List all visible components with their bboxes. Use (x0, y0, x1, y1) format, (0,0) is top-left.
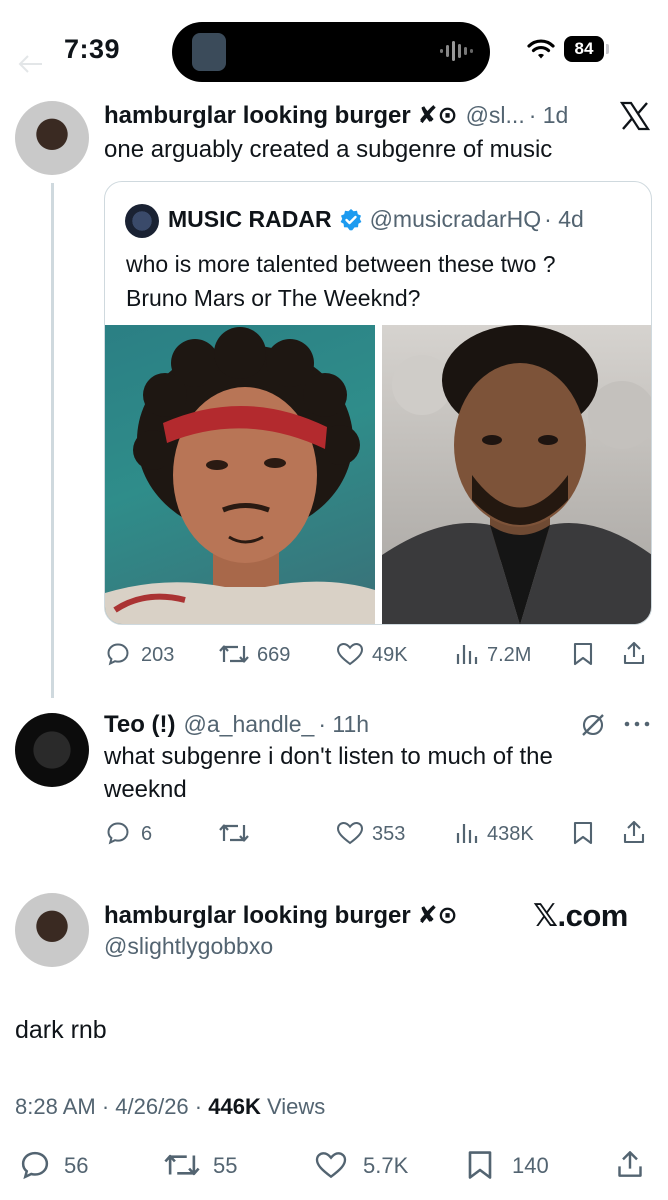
quote-time[interactable]: · 4d (544, 206, 584, 233)
retweet-count: 55 (213, 1153, 238, 1178)
views-label: Views (260, 1094, 326, 1119)
photo-left[interactable] (105, 325, 375, 624)
reply-icon[interactable] (106, 642, 130, 666)
display-name[interactable]: Teo (!) (104, 711, 176, 739)
user-handle[interactable]: @a_handle_ (184, 711, 315, 738)
like-icon[interactable] (314, 1151, 348, 1179)
bookmark-icon[interactable] (572, 642, 594, 666)
like-icon[interactable] (336, 642, 364, 666)
tweet-header: Teo (!) @a_handle_ · 11h (104, 711, 369, 739)
tweet-time[interactable]: · 1d (529, 102, 569, 129)
wifi-icon (527, 38, 555, 60)
share-icon[interactable] (622, 819, 646, 845)
reply-icon[interactable] (106, 821, 130, 845)
more-options-icon[interactable] (624, 720, 650, 728)
reply-count: 56 (64, 1153, 89, 1178)
user-handle[interactable]: @sl... (466, 102, 525, 129)
quote-text-line2: Bruno Mars or The Weeknd? (126, 285, 421, 311)
x-logo-icon[interactable] (620, 101, 650, 131)
avatar[interactable] (15, 101, 89, 175)
views-count: 7.2M (487, 644, 532, 666)
user-handle[interactable]: @slightlygobbxo (104, 933, 273, 960)
display-name[interactable]: hamburglar looking burger ✘⊙ (104, 901, 458, 930)
views-total: 446K (208, 1094, 261, 1119)
quote-display-name[interactable]: MUSIC RADAR (168, 206, 332, 233)
bookmark-icon[interactable] (572, 821, 594, 845)
tweet-time[interactable]: · 11h (318, 711, 369, 738)
tweet-text: dark rnb (15, 1016, 107, 1044)
quote-handle[interactable]: @musicradarHQ (370, 206, 542, 233)
avatar[interactable] (15, 893, 89, 967)
display-name[interactable]: hamburglar looking burger ✘⊙ (104, 101, 458, 130)
quote-text-line1: who is more talented between these two ? (126, 251, 556, 277)
battery-level: 84 (564, 36, 604, 62)
like-icon[interactable] (336, 821, 364, 845)
reply-icon[interactable] (20, 1150, 50, 1180)
bookmark-count: 140 (512, 1153, 549, 1178)
like-count: 5.7K (363, 1153, 409, 1178)
audio-wave-icon (440, 40, 474, 62)
battery-nub (606, 44, 609, 54)
tweet-meta: 8:28 AM · 4/26/26 · 446K Views (15, 1094, 325, 1120)
views-count: 438K (487, 823, 534, 845)
thread-line (51, 183, 54, 698)
retweet-icon[interactable] (163, 1150, 201, 1180)
tweet-text-line2: weeknd (104, 776, 187, 803)
grok-icon[interactable] (580, 712, 606, 738)
tweet-text: one arguably created a subgenre of music (104, 136, 553, 163)
tweet-text-line1: what subgenre i don't listen to much of … (104, 743, 553, 770)
share-icon[interactable] (622, 640, 646, 666)
photo-right[interactable] (382, 325, 651, 624)
share-icon[interactable] (616, 1148, 644, 1180)
bookmark-icon[interactable] (466, 1150, 494, 1180)
retweet-icon[interactable] (218, 642, 250, 666)
avatar[interactable] (15, 713, 89, 787)
back-arrow-icon[interactable] (18, 54, 44, 74)
x-com-watermark: 𝕏.com (533, 898, 628, 933)
retweet-icon[interactable] (218, 821, 250, 845)
quote-avatar[interactable] (125, 204, 159, 238)
reply-count: 203 (141, 644, 175, 666)
like-count: 353 (372, 823, 406, 845)
reply-count: 6 (141, 823, 153, 845)
quote-header: MUSIC RADAR @musicradarHQ · 4d (168, 206, 584, 233)
tweet-header: hamburglar looking burger ✘⊙ @sl... · 1d (104, 101, 568, 130)
views-icon[interactable] (455, 821, 479, 845)
retweet-count: 669 (257, 644, 291, 666)
like-count: 49K (372, 644, 408, 666)
views-icon[interactable] (455, 642, 479, 666)
quoted-tweet-card[interactable]: MUSIC RADAR @musicradarHQ · 4d who is mo… (104, 181, 652, 625)
tweet-timestamp[interactable]: 8:28 AM · 4/26/26 · (15, 1094, 208, 1119)
status-time: 7:39 (64, 34, 121, 64)
now-playing-artwork (192, 33, 226, 71)
verified-badge-icon (339, 208, 363, 232)
